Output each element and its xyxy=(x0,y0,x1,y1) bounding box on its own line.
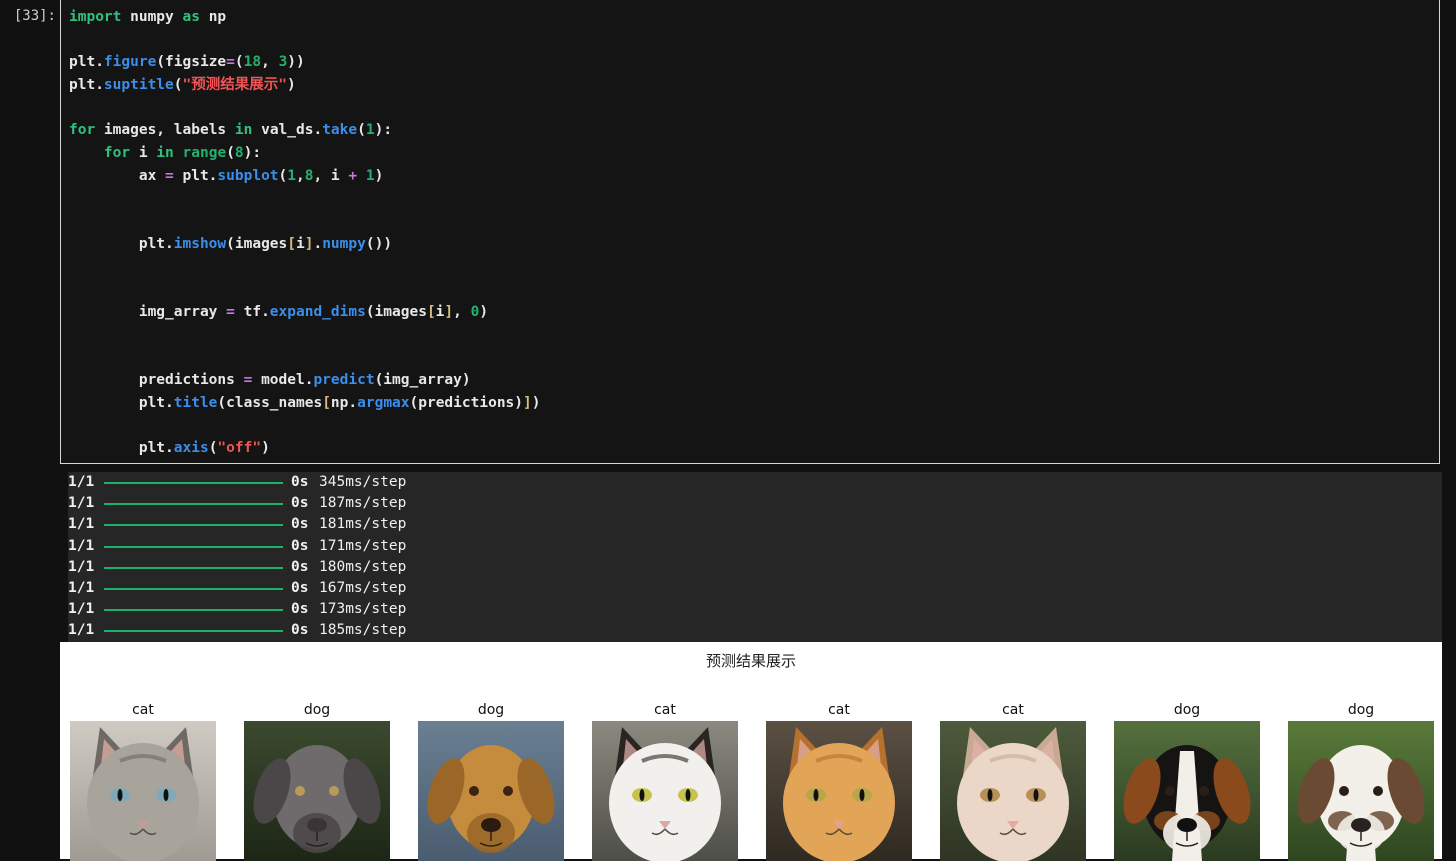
figure-suptitle: 预测结果展示 xyxy=(705,652,796,670)
cell-output: 1/1 0s 345ms/step 1/1 0s 187ms/step 1/1 0s 181ms… xyxy=(68,472,1442,642)
elapsed-seconds: 0s xyxy=(291,622,309,639)
cream-cat-photo xyxy=(940,721,1086,861)
progress-bar xyxy=(104,482,283,484)
progress-fraction: 1/1 xyxy=(68,558,95,575)
elapsed-seconds: 0s xyxy=(291,601,309,618)
progress-fraction: 1/1 xyxy=(68,580,95,596)
grey-weimaraner-dog-photo xyxy=(244,721,390,861)
code-editor[interactable]: import numpy as np plt.figure(figsize=(1… xyxy=(60,0,1440,464)
step-time: 345ms/step xyxy=(319,474,407,490)
progress-bar xyxy=(104,503,283,506)
golden-labrador-dog-photo xyxy=(418,721,564,861)
step-time: 187ms/step xyxy=(319,495,407,512)
code-line: for i in range(8): xyxy=(103,145,262,162)
progress-fraction: 1/1 xyxy=(68,622,95,639)
elapsed-seconds: 0s xyxy=(291,537,309,554)
subplot-title: dog xyxy=(303,702,331,718)
code-line: plt.axis("off") xyxy=(69,440,270,457)
progress-bar xyxy=(104,588,283,590)
black-white-cat-photo xyxy=(592,721,738,861)
code-line: plt.figure(figsize=(18, 3)) xyxy=(69,54,305,71)
elapsed-seconds: 0s xyxy=(291,558,309,575)
progress-bar xyxy=(104,524,283,527)
code-block: import numpy as np plt.figure(figsize=(1… xyxy=(69,6,540,460)
progress-bar xyxy=(104,609,283,612)
elapsed-seconds: 0s xyxy=(291,495,309,512)
orange-tabby-cat-photo xyxy=(766,721,912,861)
progress-fraction: 1/1 xyxy=(68,474,95,490)
code-line: plt.imshow(images[i].numpy()) xyxy=(69,235,393,252)
subplot-title: dog xyxy=(1347,702,1375,718)
cell-prompt: [33]: xyxy=(13,8,56,24)
subplot: dog xyxy=(244,700,390,861)
subplot-title: cat xyxy=(654,702,676,718)
progress-fraction: 1/1 xyxy=(68,495,95,512)
code-line: plt.suptitle("预测结果展示") xyxy=(69,77,296,94)
elapsed-seconds: 0s xyxy=(291,516,309,533)
progress-fraction: 1/1 xyxy=(68,601,95,618)
subplot: cat xyxy=(766,700,912,861)
code-line: import numpy as np xyxy=(69,9,227,25)
code-line: predictions = model.predict(img_array) xyxy=(69,372,471,388)
subplot: cat xyxy=(70,700,216,861)
subplot: dog xyxy=(1114,700,1260,861)
progress-fraction: 1/1 xyxy=(68,516,95,533)
tabby-cat-photo xyxy=(70,721,216,861)
step-time: 171ms/step xyxy=(319,537,407,554)
bernese-mountain-dog-photo xyxy=(1114,721,1260,861)
step-time: 180ms/step xyxy=(319,558,407,575)
subplot: dog xyxy=(418,700,564,861)
elapsed-seconds: 0s xyxy=(291,580,309,596)
code-line: ax = plt.subplot(1,8, i + 1) xyxy=(69,167,384,184)
subplot-title: dog xyxy=(477,702,505,718)
subplot-title: cat xyxy=(132,702,154,718)
elapsed-seconds: 0s xyxy=(291,474,309,490)
subplot: cat xyxy=(592,700,738,861)
subplot: dog xyxy=(1288,700,1434,861)
bulldog-photo xyxy=(1288,721,1434,861)
progress-bar xyxy=(104,566,283,569)
code-line: for images, labels in val_ds.take(1): xyxy=(69,122,393,139)
progress-fraction: 1/1 xyxy=(68,537,95,554)
subplot-title: cat xyxy=(828,702,850,718)
progress-bar xyxy=(104,545,283,548)
subplot-title: dog xyxy=(1173,702,1201,718)
code-line: plt.title(class_names[np.argmax(predicti… xyxy=(69,394,541,411)
code-line: img_array = tf.expand_dims(images[i], 0) xyxy=(69,303,489,320)
figure-output: 预测结果展示 cat dog dog cat cat cat dog dog xyxy=(60,642,1442,861)
step-time: 185ms/step xyxy=(319,622,407,639)
progress-bar xyxy=(104,630,283,633)
step-time: 173ms/step xyxy=(319,601,407,618)
step-time: 167ms/step xyxy=(319,580,407,596)
step-time: 181ms/step xyxy=(319,516,407,533)
subplot: cat xyxy=(940,700,1086,861)
subplot-title: cat xyxy=(1002,702,1024,718)
